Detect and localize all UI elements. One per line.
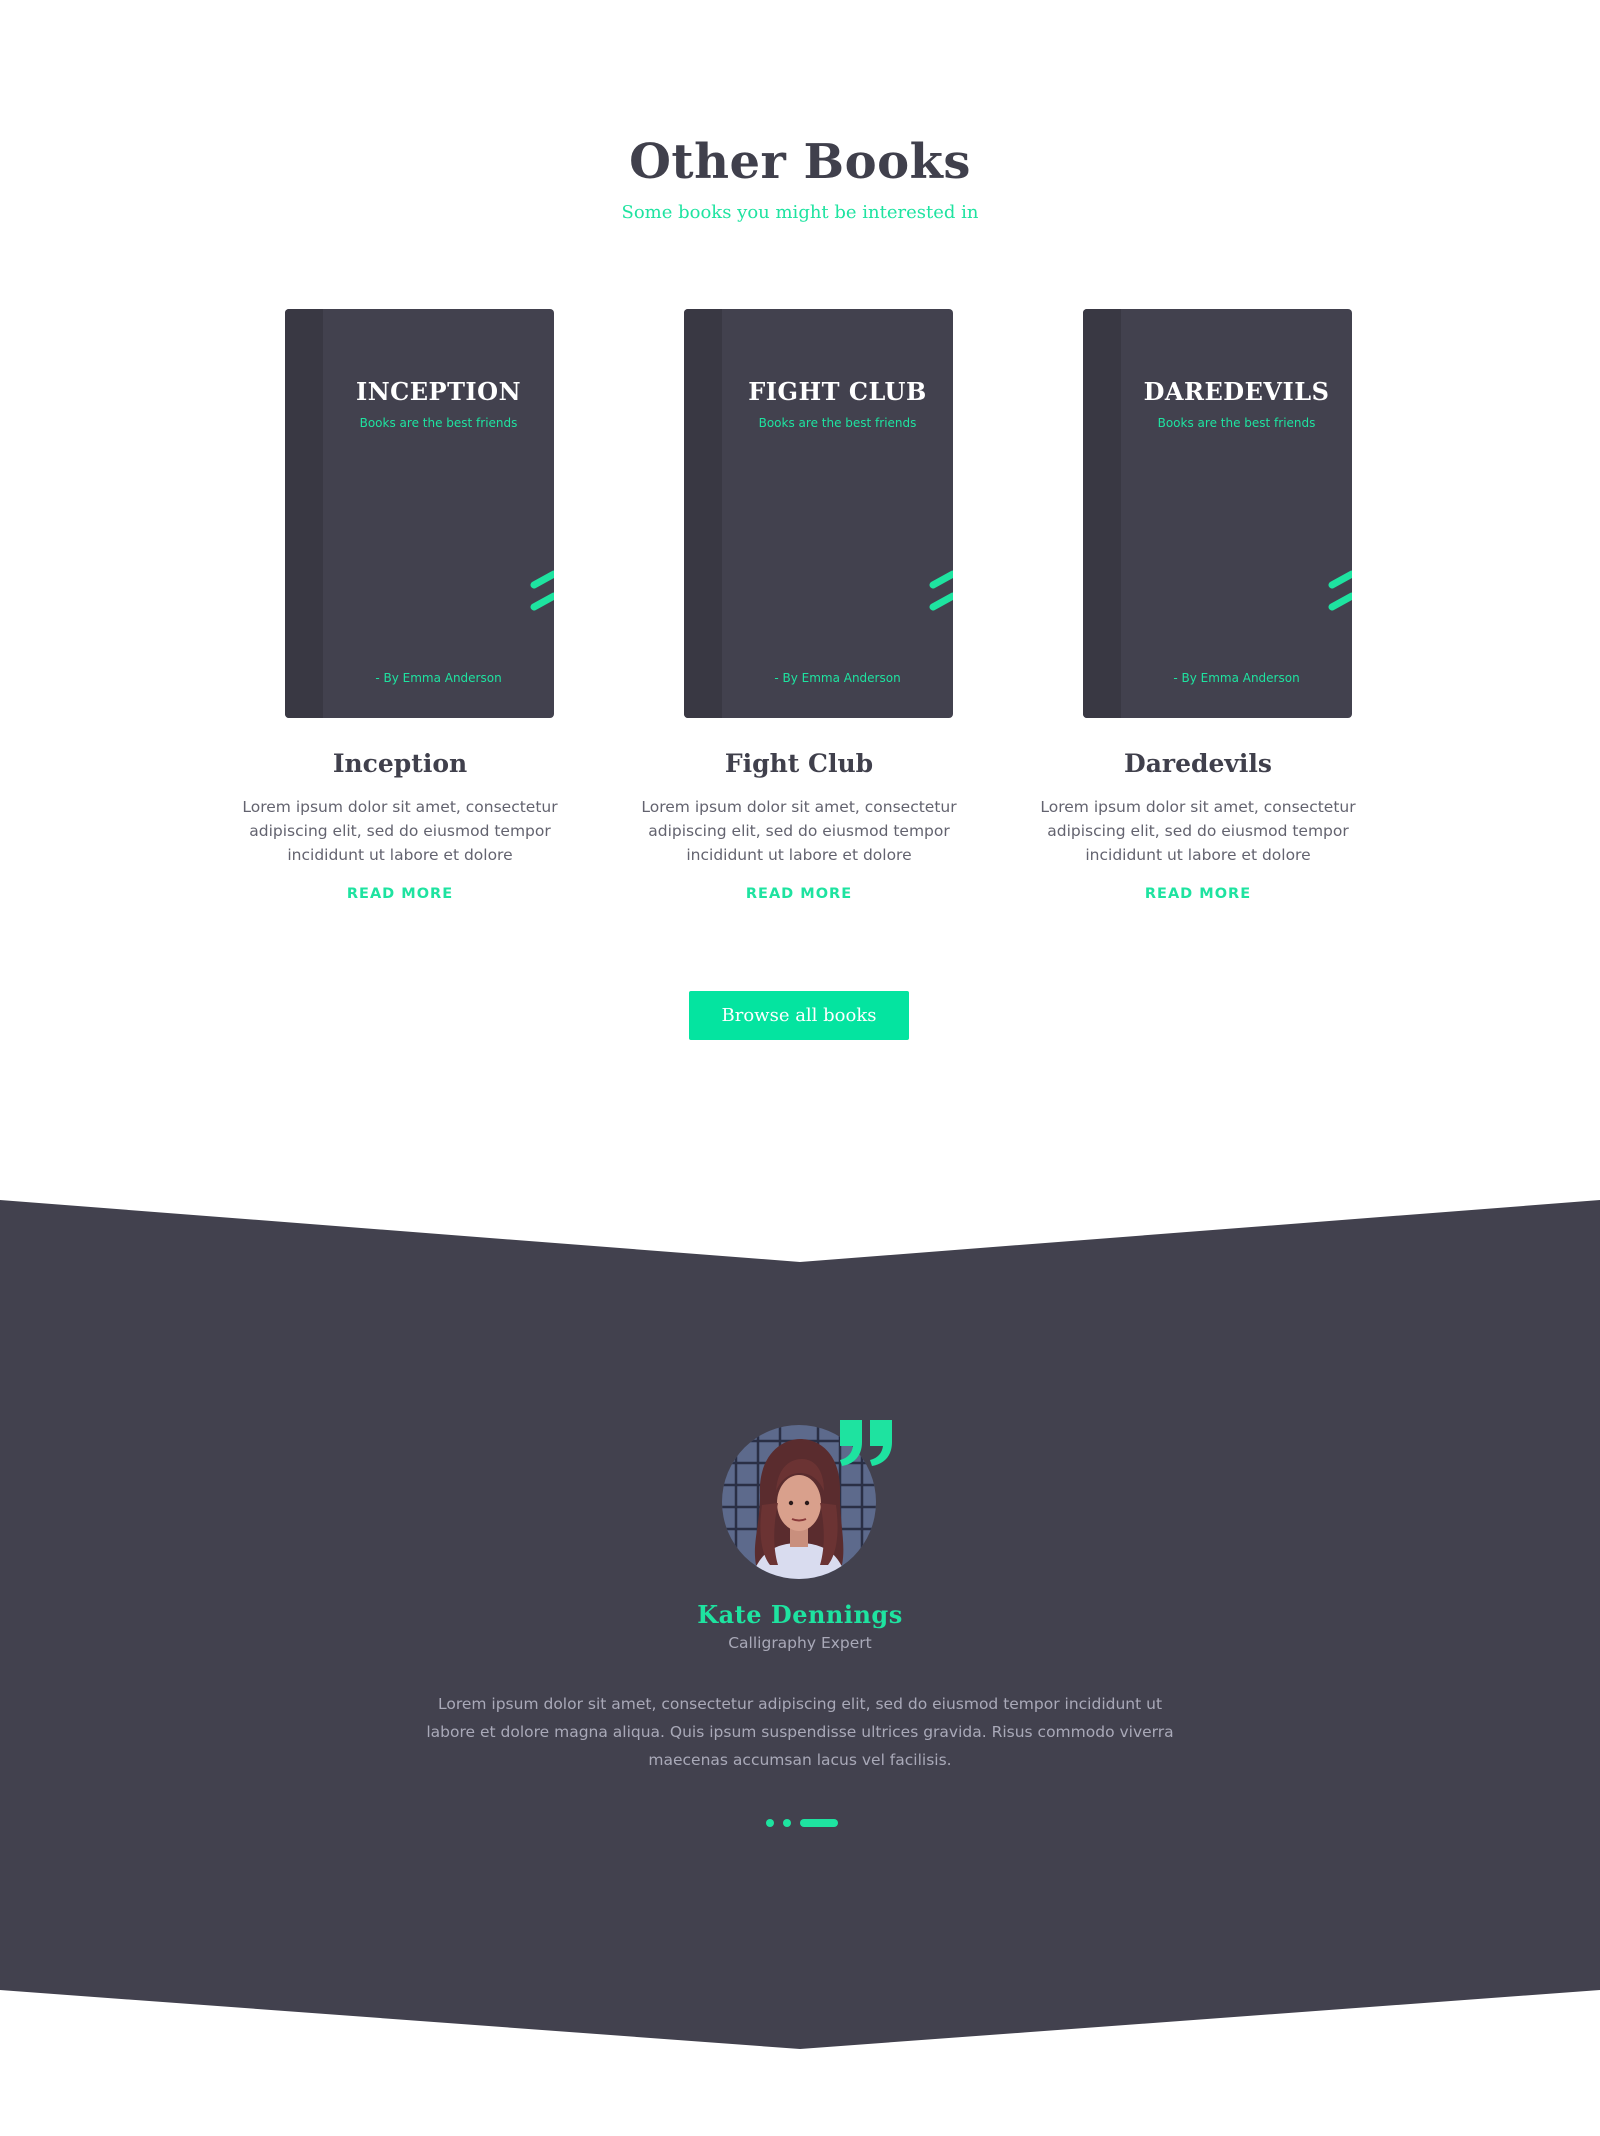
testimonial-name: Kate Dennings: [697, 1600, 903, 1629]
slider-dot[interactable]: [766, 1819, 774, 1827]
slider-dot[interactable]: [783, 1819, 791, 1827]
read-more-link[interactable]: READ MORE: [1028, 886, 1368, 902]
slider-dot-active[interactable]: [800, 1819, 838, 1827]
book-title: Fight Club: [724, 749, 874, 778]
cover-title: INCEPTION: [355, 377, 522, 406]
book-description: Lorem ipsum dolor sit amet, consectetur …: [1040, 798, 1356, 864]
book-title: Inception: [332, 749, 468, 778]
cover-tagline: Books are the best friends: [1157, 416, 1316, 430]
read-more-link[interactable]: READ MORE: [230, 886, 570, 902]
book-spine: [285, 309, 323, 718]
cover-tagline: Books are the best friends: [758, 416, 917, 430]
cover-author: - By Emma Anderson: [1173, 671, 1300, 685]
testimonial-role: Calligraphy Expert: [728, 1634, 872, 1652]
book-spine: [684, 309, 722, 718]
cover-author: - By Emma Anderson: [375, 671, 502, 685]
stripes-icon: [929, 570, 953, 611]
section-subtitle: Some books you might be interested in: [621, 202, 979, 223]
book-description: Lorem ipsum dolor sit amet, consectetur …: [641, 798, 957, 864]
cover-tagline: Books are the best friends: [359, 416, 518, 430]
cover-author: - By Emma Anderson: [774, 671, 901, 685]
book-cover[interactable]: INCEPTION Books are the best friends - B…: [285, 309, 554, 718]
book-description: Lorem ipsum dolor sit amet, consectetur …: [242, 798, 558, 864]
stripes-icon: [1328, 570, 1352, 611]
book-spine: [1083, 309, 1121, 718]
stripes-icon: [530, 570, 554, 611]
testimonial-quote: Lorem ipsum dolor sit amet, consectetur …: [426, 1695, 1174, 1769]
browse-all-books-button[interactable]: Browse all books: [689, 991, 909, 1040]
book-cover[interactable]: DAREDEVILS Books are the best friends - …: [1083, 309, 1352, 718]
book-title: Daredevils: [1124, 749, 1272, 778]
quote-icon: [840, 1420, 892, 1466]
section-title: Other Books: [629, 134, 971, 190]
cover-title: FIGHT CLUB: [748, 377, 927, 406]
book-cover[interactable]: FIGHT CLUB Books are the best friends - …: [684, 309, 953, 718]
read-more-link[interactable]: READ MORE: [629, 886, 969, 902]
cover-title: DAREDEVILS: [1143, 377, 1330, 406]
